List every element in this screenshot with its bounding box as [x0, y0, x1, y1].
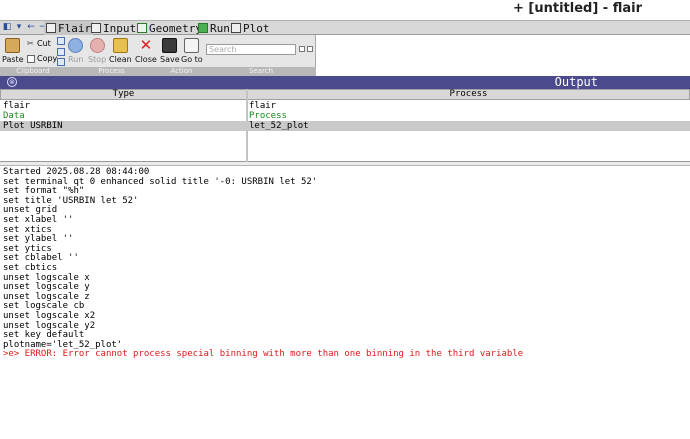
- log-line: set title 'USRBIN let 52': [3, 195, 139, 206]
- tab-label: Geometry: [149, 21, 202, 35]
- save-icon: [162, 38, 178, 53]
- grid-icon[interactable]: [57, 37, 65, 45]
- paste-label: Paste: [2, 55, 24, 64]
- log-line: unset logscale x: [3, 272, 90, 283]
- scissors-icon: ✂: [27, 38, 34, 48]
- tab-geometry[interactable]: Geometry: [135, 21, 204, 35]
- play-icon: [68, 38, 84, 53]
- log-line: set terminal qt 0 enhanced solid title '…: [3, 176, 318, 187]
- run-icon: [198, 23, 208, 33]
- table-row[interactable]: Data Process: [0, 111, 690, 121]
- save-button[interactable]: Save: [160, 38, 180, 64]
- log-line: set ylabel '': [3, 234, 74, 245]
- save-label: Save: [160, 55, 180, 64]
- search-input[interactable]: Search: [206, 44, 296, 55]
- run-button[interactable]: Run: [68, 38, 83, 64]
- clean-button[interactable]: Clean: [109, 38, 132, 64]
- close-icon: ✕: [139, 36, 153, 54]
- goto-label: Go to: [181, 55, 203, 64]
- run-label: Run: [68, 55, 84, 64]
- action-group-label: Action: [170, 67, 193, 75]
- cell-process: flair: [249, 101, 277, 111]
- tab-plot[interactable]: Plot: [229, 21, 272, 35]
- close-button[interactable]: ✕ Close: [135, 36, 157, 65]
- log-line: set ytics: [3, 243, 52, 254]
- cell-process: Process: [249, 111, 287, 121]
- plot-icon: [231, 23, 241, 33]
- process-group-label: Process: [98, 67, 125, 75]
- cut-label: Cut: [37, 39, 51, 48]
- log-line: set xtics: [3, 224, 52, 235]
- log-line: unset grid: [3, 205, 58, 216]
- clipboard-group-label: Clipboard: [16, 67, 50, 75]
- output-header: ⊗ Output: [0, 76, 690, 89]
- goto-button[interactable]: Go to: [181, 38, 203, 64]
- log-line: set logscale cb: [3, 301, 85, 312]
- menu-tab-bar: ◧ ▾ ← → Flair Input Geometry Run Plot: [0, 20, 690, 35]
- paste-icon: [5, 38, 21, 53]
- tab-label: Plot: [243, 21, 270, 35]
- cards-icon: [184, 38, 200, 53]
- close-label: Close: [135, 55, 157, 64]
- tab-label: Input: [103, 21, 137, 35]
- clean-label: Clean: [109, 55, 132, 64]
- table-row[interactable]: flair flair: [0, 101, 690, 111]
- tab-label: Flair: [58, 21, 92, 35]
- copy-icon: [27, 54, 35, 63]
- log-line: unset logscale z: [3, 291, 90, 302]
- stop-icon: [89, 38, 105, 53]
- grid-icon[interactable]: [57, 58, 65, 66]
- flair-icon: [46, 23, 56, 33]
- broom-icon: [112, 38, 128, 53]
- tab-input[interactable]: Input: [89, 21, 138, 35]
- log-line: set cblabel '': [3, 253, 79, 264]
- tab-flair[interactable]: Flair: [44, 21, 94, 35]
- copy-button[interactable]: Copy: [27, 54, 57, 63]
- cut-button[interactable]: ✂ Cut: [27, 39, 51, 48]
- cell-process: let_52_plot: [249, 121, 309, 131]
- table-row-selected[interactable]: Plot USRBIN let_52_plot: [0, 121, 690, 131]
- grid-icon[interactable]: [57, 47, 65, 56]
- log-line: unset logscale y: [3, 282, 90, 293]
- back-icon[interactable]: ←: [26, 22, 36, 33]
- clipboard-grid-icons: [57, 37, 66, 66]
- column-header-process[interactable]: Process: [247, 89, 690, 100]
- output-log: Started 2025.08.28 08:44:00 set terminal…: [0, 166, 690, 439]
- search-option-checkbox[interactable]: [307, 46, 313, 52]
- paste-button[interactable]: Paste: [2, 38, 24, 64]
- window-menu-icon[interactable]: ◧: [2, 22, 12, 33]
- window-title: + [untitled] - flair: [513, 1, 642, 16]
- tab-label: Run: [210, 21, 230, 35]
- stop-label: Stop: [88, 55, 107, 64]
- log-line: set cbtics: [3, 262, 58, 273]
- log-line: unset logscale x2: [3, 310, 96, 321]
- log-line: unset logscale y2: [3, 320, 96, 331]
- search-group-label: Search: [248, 67, 274, 75]
- log-line: set xlabel '': [3, 214, 74, 225]
- geometry-icon: [137, 23, 147, 33]
- cell-type: Plot USRBIN: [3, 121, 63, 131]
- column-header-type[interactable]: Type: [0, 89, 247, 100]
- output-table: Type Process flair flair Data Process Pl…: [0, 89, 690, 162]
- log-error-line: >e> ERROR: Error cannot process special …: [3, 349, 524, 360]
- title-bar: + [untitled] - flair: [0, 0, 690, 20]
- tab-run[interactable]: Run: [196, 21, 232, 35]
- dropdown-icon[interactable]: ▾: [14, 22, 24, 33]
- search-option-checkbox[interactable]: [299, 46, 305, 52]
- input-icon: [91, 23, 101, 33]
- output-close-icon[interactable]: ⊗: [7, 77, 17, 87]
- output-title: Output: [554, 75, 598, 89]
- cell-type: flair: [3, 101, 31, 111]
- cell-type: Data: [3, 111, 25, 121]
- stop-button[interactable]: Stop: [88, 38, 106, 64]
- copy-label: Copy: [37, 54, 58, 63]
